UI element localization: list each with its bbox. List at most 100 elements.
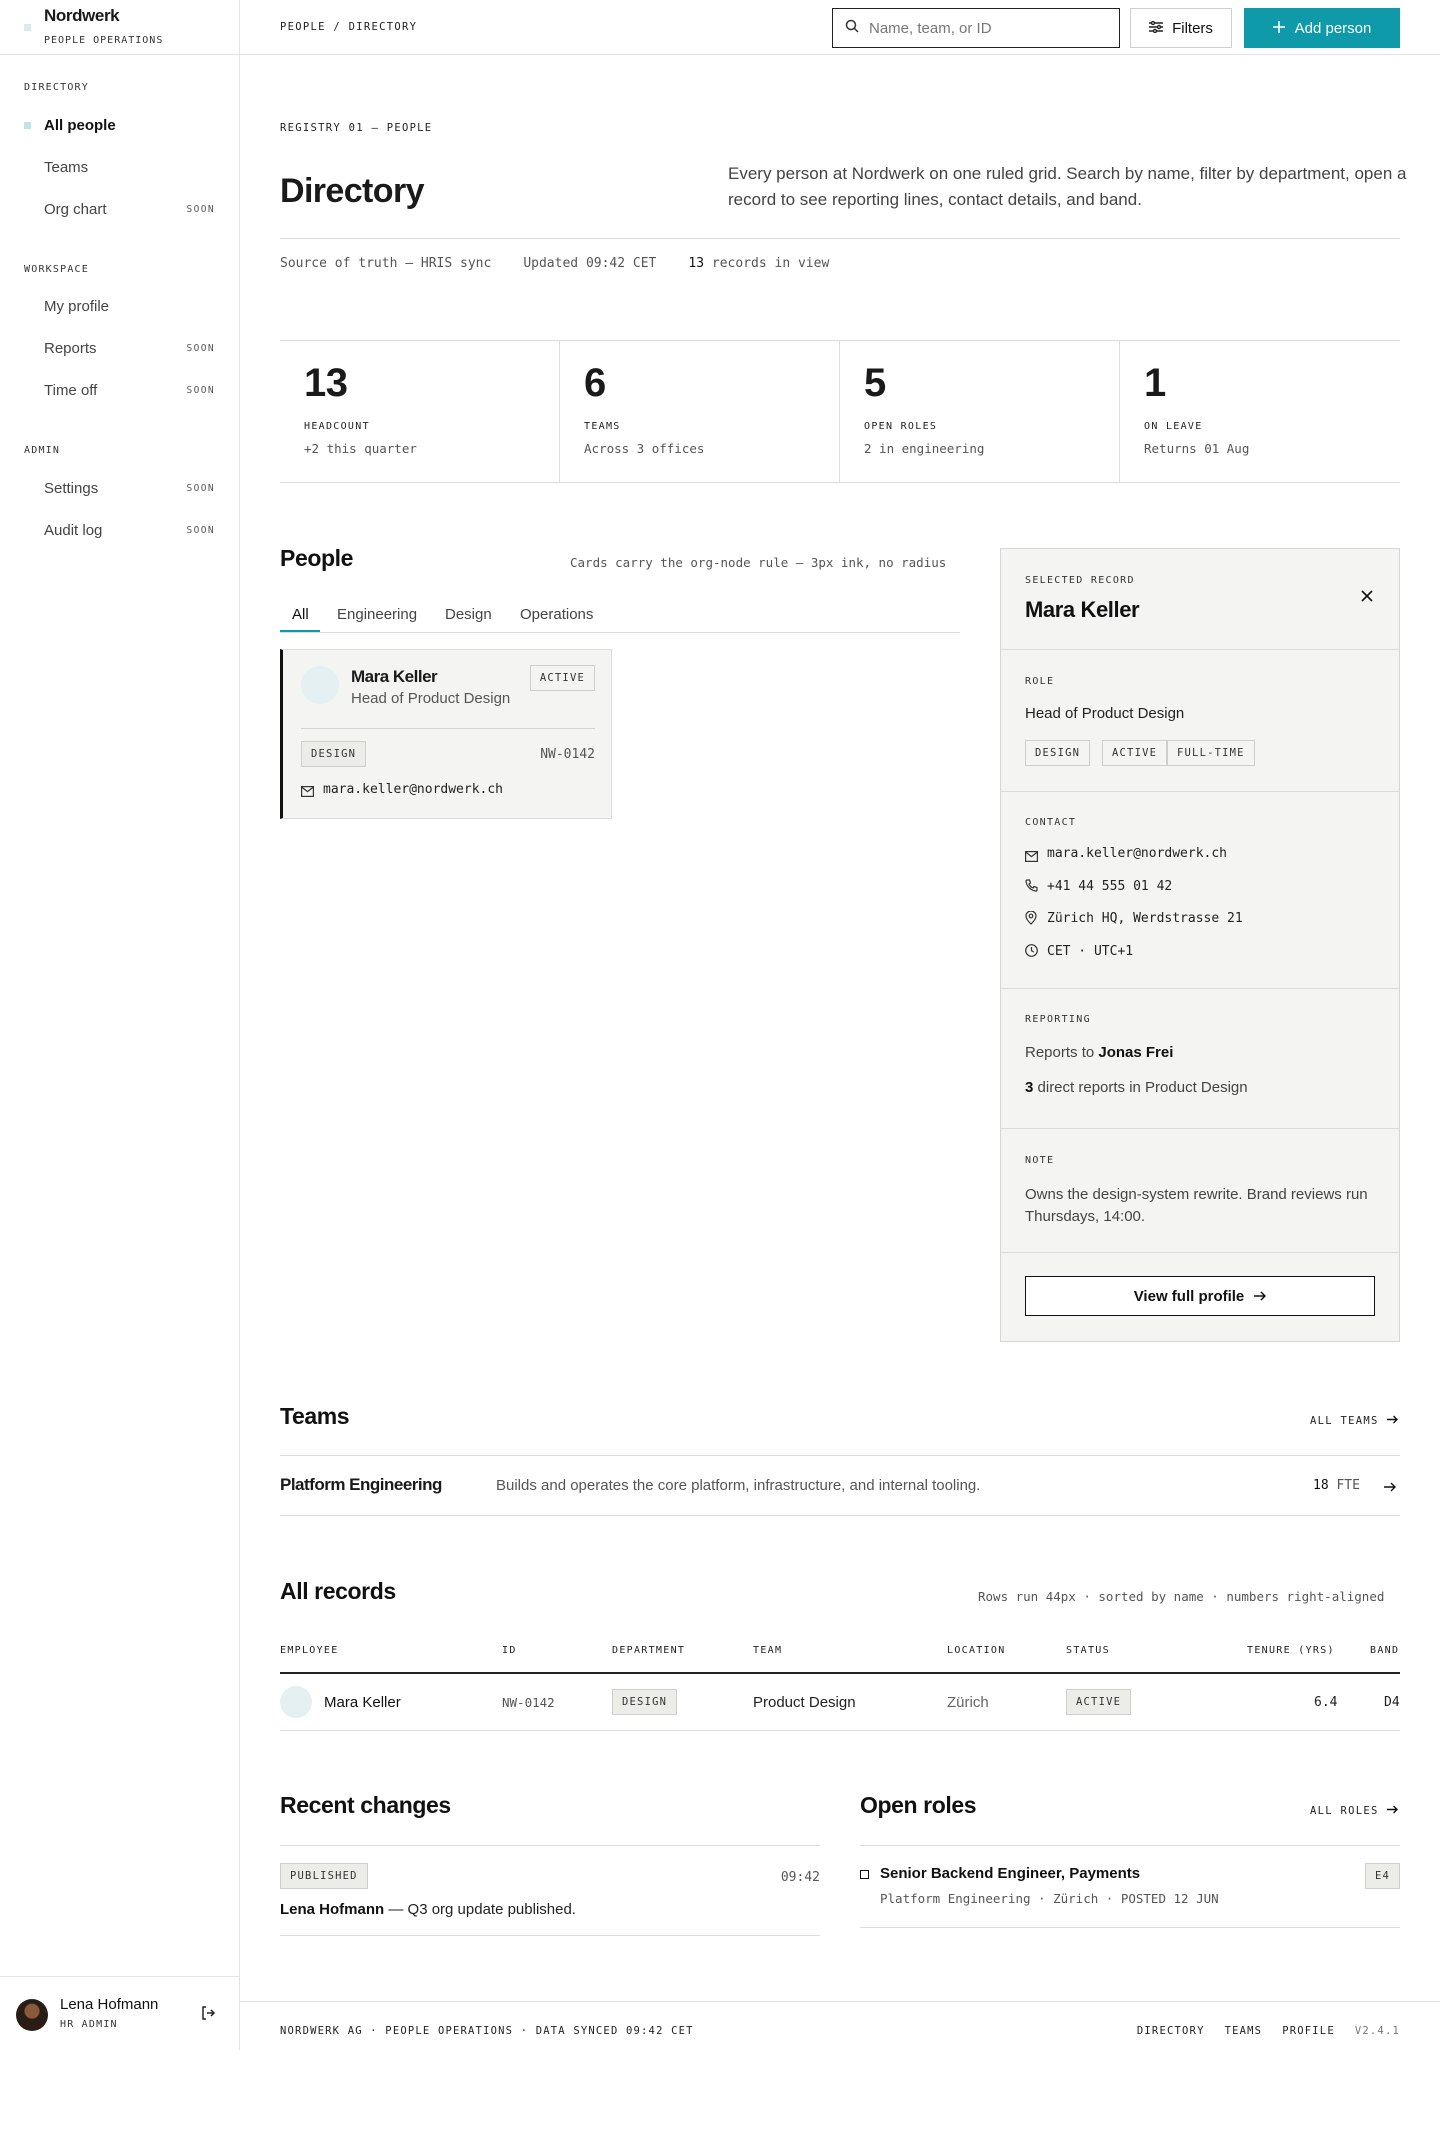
col-employee[interactable]: EMPLOYEE — [280, 1645, 339, 1656]
tab-operations[interactable]: Operations — [520, 606, 593, 623]
page-title: Directory — [280, 172, 424, 210]
cell-name: Mara Keller — [324, 1694, 401, 1711]
search-icon — [845, 19, 859, 38]
soon-badge: SOON — [186, 342, 215, 354]
footer-link-directory[interactable]: DIRECTORY — [1137, 2025, 1205, 2037]
logout-icon[interactable] — [200, 2005, 220, 2025]
tab-design[interactable]: Design — [445, 606, 492, 623]
sidebar-item-reports[interactable]: Reports SOON — [0, 330, 239, 366]
cell-status-badge: ACTIVE — [1066, 1689, 1132, 1715]
role-value: Head of Product Design — [1025, 705, 1185, 722]
contact-email[interactable]: mara.keller@nordwerk.ch — [1047, 846, 1227, 861]
divider — [280, 238, 1400, 239]
all-roles-link[interactable]: ALL ROLES — [1310, 1805, 1398, 1817]
active-tab-underline — [280, 630, 320, 632]
mail-icon — [1025, 849, 1039, 867]
sidebar-item-label: Audit log — [44, 521, 103, 539]
sidebar-item-teams[interactable]: Teams — [0, 149, 239, 185]
nav-section-directory: DIRECTORY — [24, 82, 89, 93]
col-department[interactable]: DEPARTMENT — [612, 1645, 685, 1656]
col-tenure[interactable]: TENURE (YRS) — [1247, 1645, 1335, 1656]
change-actor[interactable]: Lena Hofmann — [280, 1901, 384, 1918]
team-name: Platform Engineering — [280, 1475, 442, 1494]
close-icon[interactable] — [1361, 589, 1375, 603]
user-box: Lena Hofmann HR ADMIN — [0, 1976, 239, 2050]
page-intro: Every person at Nordwerk on one ruled gr… — [728, 164, 1407, 209]
add-person-button[interactable]: Add person — [1244, 8, 1400, 48]
sidebar-item-time-off[interactable]: Time off SOON — [0, 372, 239, 408]
clock-icon — [1025, 944, 1038, 962]
reports-to: Reports to Jonas Frei — [1025, 1044, 1173, 1061]
arrow-right-icon — [1386, 1805, 1398, 1817]
search-input[interactable] — [869, 19, 1099, 37]
search-box[interactable] — [832, 8, 1120, 48]
footer: NORDWERK AG · PEOPLE OPERATIONS · DATA S… — [240, 2001, 1440, 2051]
col-team[interactable]: TEAM — [753, 1645, 782, 1656]
stat-value: 6 — [584, 361, 606, 405]
all-teams-link[interactable]: ALL TEAMS — [1310, 1415, 1398, 1427]
arrow-right-icon — [1384, 1479, 1396, 1497]
sidebar-item-settings[interactable]: Settings SOON — [0, 470, 239, 506]
col-band[interactable]: BAND — [1370, 1645, 1399, 1656]
sidebar-item-my-profile[interactable]: My profile — [0, 288, 239, 324]
tab-engineering[interactable]: Engineering — [337, 606, 417, 623]
stat-on-leave: 1 ON LEAVE Returns 01 Aug — [1120, 341, 1400, 482]
footer-links: DIRECTORY TEAMS PROFILE V2.4.1 — [1137, 2025, 1400, 2037]
location-pin-icon — [1025, 910, 1037, 930]
brand-mark-icon — [24, 24, 31, 31]
panel-header: SELECTED RECORD Mara Keller — [1001, 549, 1399, 650]
stats-row: 13 HEADCOUNT +2 this quarter 6 TEAMS Acr… — [280, 340, 1400, 483]
person-name: Mara Keller — [351, 667, 438, 686]
records-note: Rows run 44px · sorted by name · numbers… — [978, 1589, 1385, 1604]
col-status[interactable]: STATUS — [1066, 1645, 1110, 1656]
col-id[interactable]: ID — [502, 1645, 517, 1656]
contact-phone[interactable]: +41 44 555 01 42 — [1047, 879, 1172, 894]
arrow-right-icon — [1386, 1415, 1398, 1427]
person-title: Head of Product Design — [351, 690, 511, 707]
footer-link-profile[interactable]: PROFILE — [1282, 2025, 1335, 2037]
open-role-item[interactable]: Senior Backend Engineer, Payments Platfo… — [860, 1845, 1400, 1928]
col-location[interactable]: LOCATION — [947, 1645, 1006, 1656]
cell-department-badge: DESIGN — [612, 1689, 678, 1715]
panel-contact: CONTACT mara.keller@nordwerk.ch +41 44 5… — [1001, 792, 1399, 989]
sidebar-item-org-chart[interactable]: Org chart SOON — [0, 191, 239, 227]
role-square-icon — [860, 1870, 869, 1879]
direct-reports: 3 direct reports in Product Design — [1025, 1079, 1248, 1096]
mail-icon — [301, 784, 315, 802]
page-kicker: REGISTRY 01 — PEOPLE — [280, 122, 433, 134]
footer-info: NORDWERK AG · PEOPLE OPERATIONS · DATA S… — [280, 2025, 694, 2037]
meta-count: 13 — [688, 256, 705, 271]
breadcrumb: PEOPLE / DIRECTORY — [280, 21, 418, 33]
panel-role: ROLE Head of Product Design DESIGN ACTIV… — [1001, 650, 1399, 792]
team-description: Builds and operates the core platform, i… — [496, 1477, 981, 1494]
footer-link-teams[interactable]: TEAMS — [1225, 2025, 1263, 2037]
contact-timezone: CET · UTC+1 — [1047, 944, 1134, 959]
role-title: Senior Backend Engineer, Payments — [880, 1865, 1141, 1882]
page-meta: Source of truth — HRIS sync Updated 09:4… — [280, 256, 829, 271]
role-meta: Platform Engineering · Zürich · POSTED 1… — [880, 1891, 1219, 1906]
person-card[interactable]: Mara Keller Head of Product Design ACTIV… — [280, 649, 612, 819]
sidebar-item-label: My profile — [44, 297, 110, 315]
stat-open-roles: 5 OPEN ROLES 2 in engineering — [840, 341, 1120, 482]
user-name: Lena Hofmann — [60, 1996, 159, 2013]
manager-link[interactable]: Jonas Frei — [1098, 1044, 1173, 1061]
filters-button[interactable]: Filters — [1130, 8, 1232, 48]
sidebar-item-label: Reports — [44, 339, 97, 357]
sidebar-item-audit-log[interactable]: Audit log SOON — [0, 512, 239, 548]
stat-sub: +2 this quarter — [304, 441, 417, 456]
fte-unit: FTE — [1336, 1478, 1360, 1493]
avatar[interactable] — [16, 1999, 48, 2031]
recent-change-item: PUBLISHED 09:42 Lena Hofmann — Q3 org up… — [280, 1845, 820, 1936]
plus-icon — [1272, 20, 1285, 37]
brand[interactable]: Nordwerk PEOPLE OPERATIONS — [0, 0, 239, 55]
table-row[interactable]: Mara Keller NW-0142 DESIGN Product Desig… — [280, 1674, 1400, 1731]
person-email[interactable]: mara.keller@nordwerk.ch — [323, 782, 503, 797]
meta-count-wrap: 13 records in view — [688, 256, 829, 271]
view-full-profile-button[interactable]: View full profile — [1025, 1276, 1375, 1316]
people-note: Cards carry the org-node rule — 3px ink,… — [570, 555, 947, 570]
panel-name: Mara Keller — [1025, 597, 1140, 622]
tab-all[interactable]: All — [292, 606, 309, 623]
sidebar-item-all-people[interactable]: All people — [0, 107, 239, 143]
team-row[interactable]: Platform Engineering Builds and operates… — [280, 1455, 1400, 1516]
sidebar-item-label: Settings — [44, 479, 99, 497]
